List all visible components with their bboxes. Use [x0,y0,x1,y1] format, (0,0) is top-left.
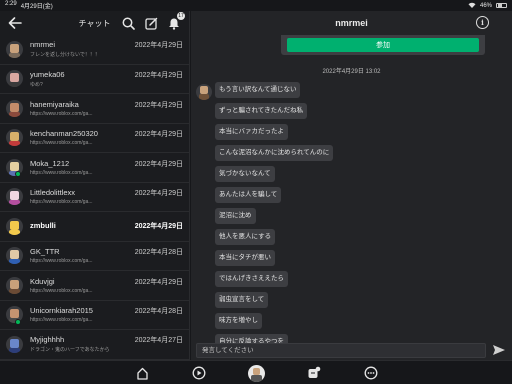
chat-date: 2022年4月29日 [134,131,183,139]
chat-list-item[interactable]: Myjighhhh 2022年4月27日ドラゴン・鬼のハーフであなたから [0,330,189,360]
avatar [6,335,23,353]
avatar [6,247,23,265]
bottom-navigation [0,360,512,384]
chat-name: Myjighhhh [30,335,65,345]
conversation-panel: nmrmei i 参加 2022年4月29日 13:02 もう言い訳なんて通じな… [191,11,512,360]
online-status-icon [15,318,21,325]
message-timestamp: 2022年4月29日 13:02 [322,69,381,75]
wifi-icon [468,2,476,10]
avatar [6,188,23,206]
message-bubble: 他人を悪人にする [215,229,276,245]
chat-list-header: チャット 17 [0,11,189,35]
chat-preview: https://www.roblox.com/ga... [30,317,93,324]
status-date: 4月29日(金) [20,4,53,10]
avatar [6,70,23,88]
chat-name: yumeka06 [30,69,65,79]
notifications-button[interactable]: 17 [167,12,185,30]
chat-date: 2022年4月29日 [134,278,183,286]
chat-list-item[interactable]: yumeka06 2022年4月29日ゆめ? [0,65,189,94]
chat-list-item[interactable]: Littledolittlexx 2022年4月29日 https://www.ro… [0,183,189,212]
chat-preview: https://www.roblox.com/ga... [30,140,93,147]
message-list: もう言い訳なんて通じない ずっと騙されてきたんだね私 本当にバァカだったよこんな泥沼… [215,82,334,350]
chat-preview: https://www.roblox.com/ga... [30,287,93,294]
chat-list-item[interactable]: nmrmei 2022年4月29日フレンを返し分けないで！！！ [0,35,189,65]
message-bubble: あんたは人を騙して [215,187,282,203]
battery-icon [496,3,507,8]
notification-badge: 17 [177,12,185,20]
chat-icon[interactable] [306,365,322,381]
conversation-header: nmrmei i [191,11,512,35]
chat-list-item[interactable]: zmbulli 2022年4月29日 [0,212,189,242]
compose-icon[interactable] [144,16,158,30]
chat-date: 2022年4月28日 [134,308,183,316]
battery-percent: 46% [479,2,492,9]
message-bubble: こんな泥沼なんかに沈められてんのに [215,145,334,161]
chat-date: 2022年4月29日 [134,222,183,230]
join-button[interactable]: 参加 [287,38,479,52]
avatar [247,364,265,382]
chat-preview: フレンを返し分けないで！！！ [30,52,100,59]
avatar [6,129,23,147]
chat-list-panel: チャット 17 nmrmei 2022年4月29日 フレンを返し分けないで！！！ yu… [0,11,190,360]
message-bubble: 本当にタチが悪い [215,250,275,266]
online-status-icon [15,171,21,177]
chat-name: Kduvjgi [30,276,55,286]
chat-date: 2022年4月29日 [134,160,183,168]
chat-name: zmbulli [30,220,56,230]
message-bubble: 泥沼に沈め [215,208,256,224]
chat-date: 2022年4月29日 [134,101,183,109]
message-bubble: 弱虫宣言をして [215,292,269,308]
avatar [6,276,23,294]
play-icon[interactable] [191,365,207,381]
chat-name: GK_TTR [30,247,60,257]
message-bubble: 本当にバァカだったよ [215,124,288,140]
chat-list-item[interactable]: Moka_1212 2022年4月29日 https://www.roblox.co… [0,153,189,183]
chat-preview: https://www.roblox.com/ga... [30,258,93,265]
chat-date: 2022年4月27日 [134,337,183,345]
avatar-nav-button[interactable] [247,364,265,382]
info-icon[interactable]: i [476,16,489,29]
chat-preview: https://www.roblox.com/ga... [30,110,93,117]
chat-name: kenchanman250320 [30,129,98,139]
sender-avatar[interactable] [196,84,212,100]
chat-date: 2022年4月29日 [134,42,183,50]
chat-list-item[interactable]: hanemiyaraika 2022年4月29日 https://www.roblo… [0,94,189,124]
chat-date: 2022年4月29日 [134,71,183,79]
chat-preview: https://www.roblox.com/ga... [30,169,93,176]
message-bubble: もう言い訳なんて通じない [215,82,301,98]
chat-list-item[interactable]: GK_TTR 2022年4月28日 https://www.roblox.com/g… [0,242,189,271]
status-bar: 2:29 4月29日(金) 46% [0,0,512,11]
message-bubble: 味方を増やし [215,313,262,329]
chat-list-item[interactable]: kenchanman250320 2022年4月29日 https://www.ro… [0,124,189,153]
chat-preview: ゆめ? [30,81,43,88]
chat-list-item[interactable]: Kduvjgi 2022年4月29日 https://www.roblox.com/… [0,271,189,301]
chat-list: nmrmei 2022年4月29日 フレンを返し分けないで！！！ yumeka06 20… [0,35,189,360]
chat-date: 2022年4月29日 [134,190,183,198]
chat-date: 2022年4月28日 [134,249,183,257]
chat-preview: https://www.roblox.com/ga... [30,199,93,206]
send-icon[interactable] [491,343,507,357]
chat-name: Unicornkiarah2015 [30,306,93,316]
conversation-title: nmrmei [335,18,368,28]
game-invite-card: 参加 [281,35,485,55]
message-composer [191,340,512,360]
more-icon[interactable] [363,365,379,381]
chat-name: hanemiyaraika [30,99,79,109]
home-icon[interactable] [134,365,150,381]
chat-name: nmrmei [30,40,56,50]
chat-name: Moka_1212 [30,158,70,168]
chat-list-item[interactable]: Unicornkiarah2015 2022年4月28日 https://www.r… [0,301,189,330]
chat-preview: ドラゴン・鬼のハーフであなたから [30,347,110,354]
message-bubble: 気づかないなんて [215,166,275,182]
chat-name: Littledolittlexx [30,188,76,198]
search-icon[interactable] [121,16,135,30]
avatar [6,99,23,117]
message-bubble: ずっと騙されてきたんだね私 [215,103,308,119]
avatar [6,217,23,235]
message-bubble: ではんげきさええたら [215,271,288,287]
status-time: 2:29 [5,1,17,7]
back-arrow-icon[interactable] [8,16,22,30]
avatar [6,40,23,58]
message-input[interactable] [196,342,486,358]
